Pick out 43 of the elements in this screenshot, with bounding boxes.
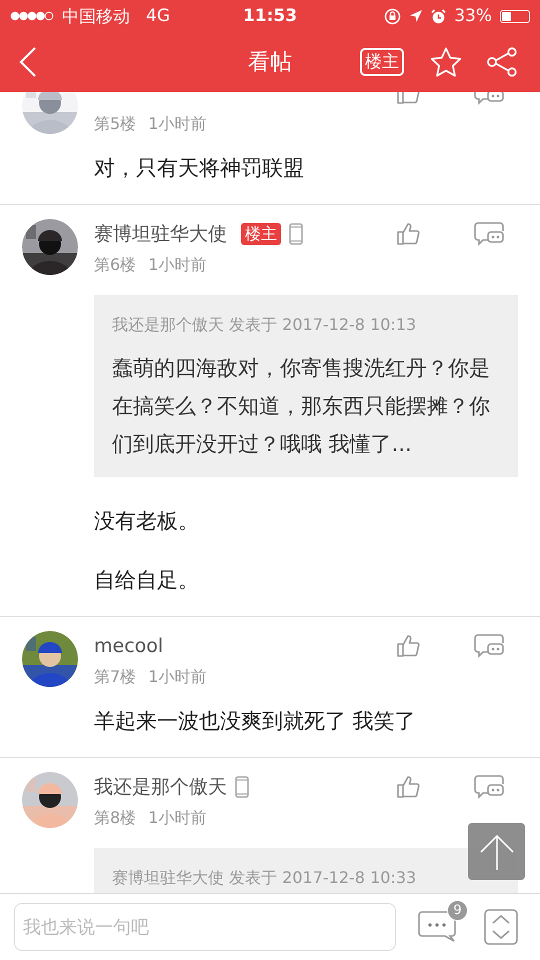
quote-header: 赛博坦驻华大使 发表于 2017-12-8 10:33 (112, 867, 418, 889)
post-text: 羊起来一波也没爽到就死了 我笑了 (94, 708, 417, 735)
floor-number: 第7楼 (94, 666, 136, 688)
user-name[interactable]: 赛博坦驻华大使 (94, 221, 227, 247)
reply-button[interactable] (474, 222, 504, 246)
floor-number: 第8楼 (94, 808, 136, 828)
post-time: 1小时前 (148, 666, 206, 688)
quote-text: 蠢萌的四海敌对，你寄售搜洗红丹？你是在搞笑么？不知道，那东西只能摆摊？你们到底开没开过？哦哦 我懂了... (112, 355, 491, 458)
post-text: 对，只有天将神罚联盟 (94, 155, 305, 182)
comments-button[interactable] (418, 911, 456, 943)
owner-filter-button[interactable]: 楼主 (360, 48, 404, 76)
favorite-star-button[interactable] (430, 47, 462, 77)
page-jump-button[interactable] (484, 909, 518, 945)
share-button[interactable] (486, 47, 518, 77)
network-type: 4G (146, 6, 170, 26)
post-text: 自给自足。 (94, 567, 200, 594)
post-time: 1小时前 (148, 114, 206, 134)
user-name[interactable]: 我还是那个傲天 (94, 774, 227, 800)
comment-input[interactable]: 我也来说一句吧 (14, 903, 396, 951)
like-button[interactable] (396, 222, 420, 246)
location-icon (409, 9, 424, 23)
rotation-lock-icon (384, 8, 402, 24)
clock-time: 11:53 (242, 6, 298, 26)
comment-count-badge: 9 (447, 900, 468, 921)
signal-icon (10, 11, 54, 21)
user-name[interactable]: mecool (94, 635, 164, 657)
reply-button[interactable] (474, 634, 504, 658)
like-button[interactable] (396, 775, 420, 799)
battery-icon (500, 10, 530, 22)
battery-percent: 33% (454, 6, 492, 26)
floor-number: 第5楼 (94, 114, 136, 134)
post-time: 1小时前 (148, 254, 206, 276)
quote-header: 我还是那个傲天 发表于 2017-12-8 10:13 (112, 314, 418, 336)
carrier-name: 中国移动 (62, 6, 130, 28)
floor-number: 第6楼 (94, 254, 136, 276)
page-title: 看帖 (248, 49, 292, 77)
like-button[interactable] (396, 634, 420, 658)
scroll-top-button[interactable] (468, 823, 525, 880)
reply-button[interactable] (474, 775, 504, 799)
post-text: 没有老板。 (94, 508, 200, 535)
owner-badge: 楼主 (241, 223, 281, 245)
alarm-icon (431, 8, 446, 24)
post-time: 1小时前 (148, 808, 206, 828)
